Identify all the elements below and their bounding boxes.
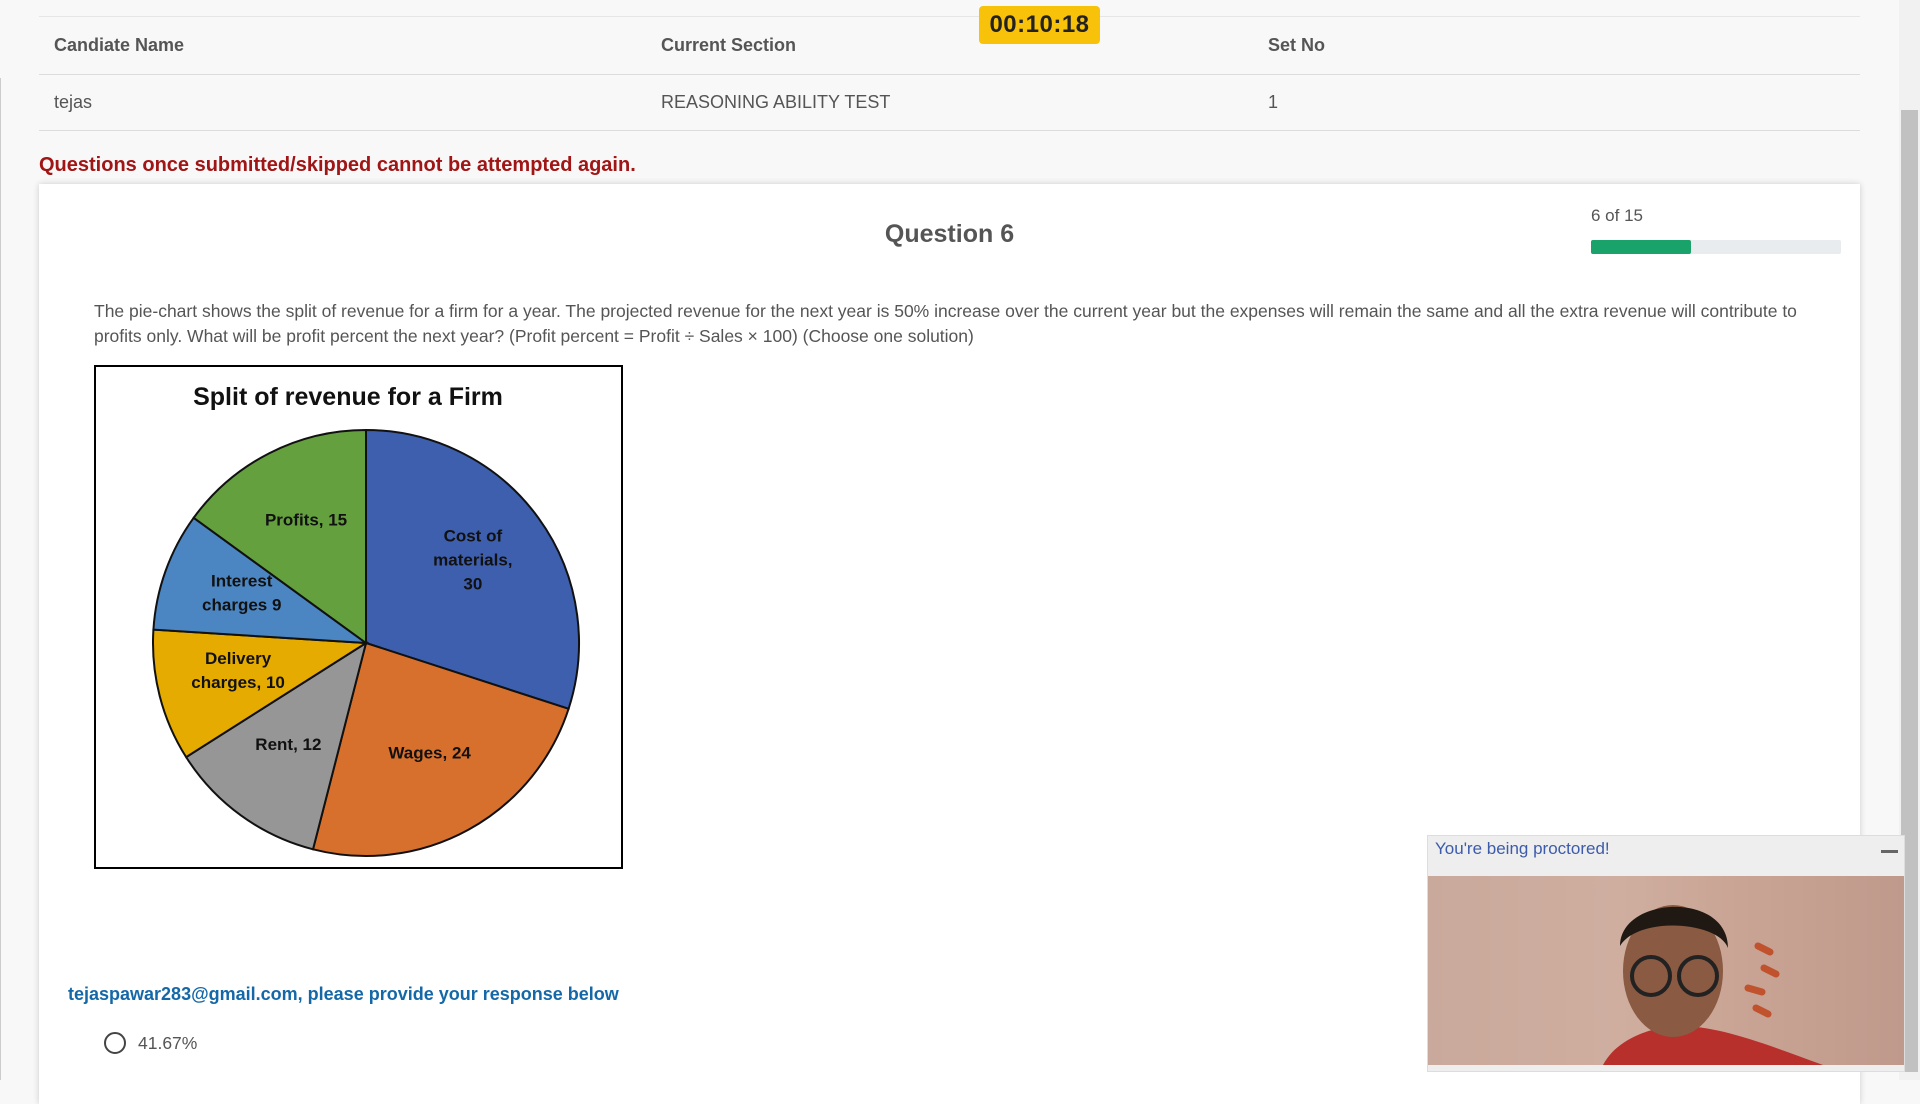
webcam-wall-decor (1744, 942, 1780, 1018)
question-text: The pie-chart shows the split of revenue… (94, 301, 1797, 346)
column-header-current-section: Current Section (661, 35, 797, 55)
progress-bar-fill (1591, 240, 1691, 254)
column-header-set-no: Set No (1268, 35, 1326, 55)
option-radio-button[interactable] (104, 1032, 126, 1054)
pie-slice-label: Profits, 15 (265, 510, 347, 529)
candidate-info-table: Candiate Name Current Section Set No tej… (39, 16, 1860, 131)
pie-slice-label: Rent, 12 (255, 735, 321, 754)
option-label: 41.67% (138, 1032, 198, 1053)
column-header-candidate-name: Candiate Name (54, 35, 185, 55)
candidate-name-value: tejas (54, 92, 93, 112)
table-row: tejas REASONING ABILITY TEST 1 (39, 75, 1860, 131)
chart-title: Split of revenue for a Firm (193, 383, 503, 411)
answer-option[interactable]: 41.67% (104, 1032, 197, 1054)
submission-warning: Questions once submitted/skipped cannot … (39, 154, 636, 176)
webcam-shirt (1603, 1026, 1823, 1065)
webcam-preview (1603, 905, 1823, 1065)
minimize-icon[interactable] (1881, 850, 1898, 853)
webcam-feed (1428, 876, 1904, 1065)
question-progress-bar (1591, 240, 1841, 254)
pie-chart-image: Split of revenue for a Firm Cost of mater… (94, 365, 623, 869)
question-title: Question 6 (884, 220, 1015, 248)
left-border (0, 78, 1, 1080)
table-header-row: Candiate Name Current Section Set No (39, 16, 1860, 75)
question-progress-text: 6 of 15 (1591, 206, 1643, 225)
proctor-title: You're being proctored! (1435, 839, 1610, 858)
response-prompt: tejaspawar283@gmail.com, please provide … (68, 984, 619, 1004)
countdown-timer: 00:10:18 (979, 6, 1100, 44)
proctoring-widget: You're being proctored! (1427, 835, 1905, 1072)
set-no-value: 1 (1268, 92, 1279, 112)
current-section-value: REASONING ABILITY TEST (661, 92, 891, 112)
pie-slice-label: Wages, 24 (388, 744, 471, 763)
pie-chart: Split of revenue for a Firm Cost of mater… (152, 383, 580, 857)
